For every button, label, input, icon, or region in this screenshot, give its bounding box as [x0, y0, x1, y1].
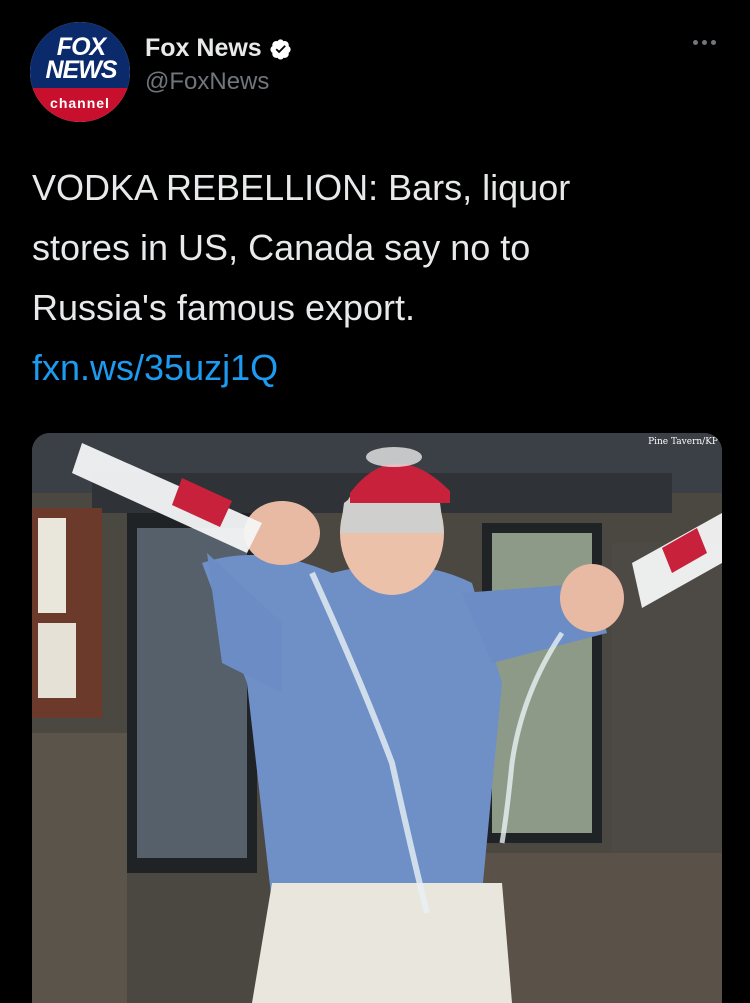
- display-name[interactable]: Fox News: [145, 34, 262, 63]
- account-names: Fox News @FoxNews: [145, 34, 292, 96]
- display-name-row: Fox News: [145, 34, 292, 63]
- tweet-body: VODKA REBELLION: Bars, liquor stores in …: [32, 158, 652, 398]
- photo-illustration: [32, 433, 722, 1003]
- handle[interactable]: @FoxNews: [145, 68, 292, 96]
- avatar[interactable]: FOX NEWS channel: [30, 22, 130, 122]
- photo-credit: Pine Tavern/KP: [648, 437, 718, 447]
- verified-badge-icon: [270, 38, 291, 60]
- logo-line2: NEWS: [45, 56, 118, 84]
- tweet-text: VODKA REBELLION: Bars, liquor stores in …: [32, 167, 571, 328]
- logo-channel: channel: [50, 95, 110, 111]
- tweet-link[interactable]: fxn.ws/35uzj1Q: [32, 347, 278, 388]
- tweet-header: FOX NEWS channel Fox News @FoxNews: [30, 22, 720, 122]
- more-horizontal-icon[interactable]: [693, 40, 716, 45]
- tweet-media-image[interactable]: Pine Tavern/KP: [32, 433, 722, 1003]
- fox-news-logo: FOX NEWS: [39, 35, 123, 84]
